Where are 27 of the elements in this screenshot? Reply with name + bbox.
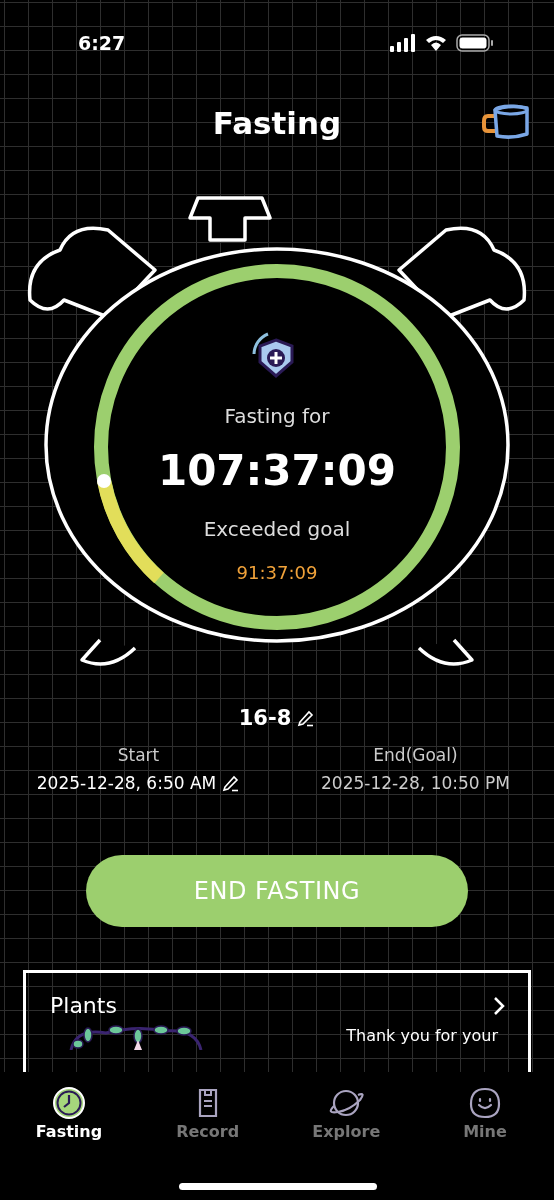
- status-time: 6:27: [78, 32, 126, 54]
- card-title: Plants: [50, 993, 117, 1018]
- elapsed-time: 107:37:09: [156, 450, 398, 492]
- end-label: End(Goal): [373, 745, 458, 765]
- exceeded-time: 91:37:09: [235, 564, 319, 582]
- goal-label: Exceeded goal: [202, 519, 352, 539]
- start-time: 2025-12-28, 6:50 AM: [36, 773, 217, 793]
- chevron-right-icon[interactable]: [492, 994, 506, 1017]
- smiley-icon: [467, 1086, 502, 1120]
- tab-item[interactable]: Record: [164, 1086, 251, 1141]
- clock-icon: [52, 1086, 86, 1120]
- edit-icon[interactable]: [297, 708, 316, 727]
- end-time: 2025-12-28, 10:50 PM: [321, 773, 510, 793]
- edit-icon[interactable]: [222, 774, 241, 792]
- plants-message: Thank you for your: [346, 1026, 498, 1045]
- plan-name: 16-8: [238, 705, 292, 730]
- tab-item[interactable]: Mine: [441, 1086, 528, 1141]
- progress-handle[interactable]: [97, 474, 111, 488]
- wifi-icon: [424, 34, 448, 52]
- fasting-label: Fasting for: [223, 406, 331, 426]
- start-label: Start: [117, 745, 160, 765]
- battery-icon: [456, 34, 494, 52]
- tab-item[interactable]: Fasting: [26, 1086, 112, 1141]
- tab-item[interactable]: Explore: [303, 1086, 390, 1141]
- signal-icon: [390, 34, 416, 52]
- cup-icon[interactable]: [482, 102, 532, 142]
- page-title: Fasting: [212, 105, 342, 141]
